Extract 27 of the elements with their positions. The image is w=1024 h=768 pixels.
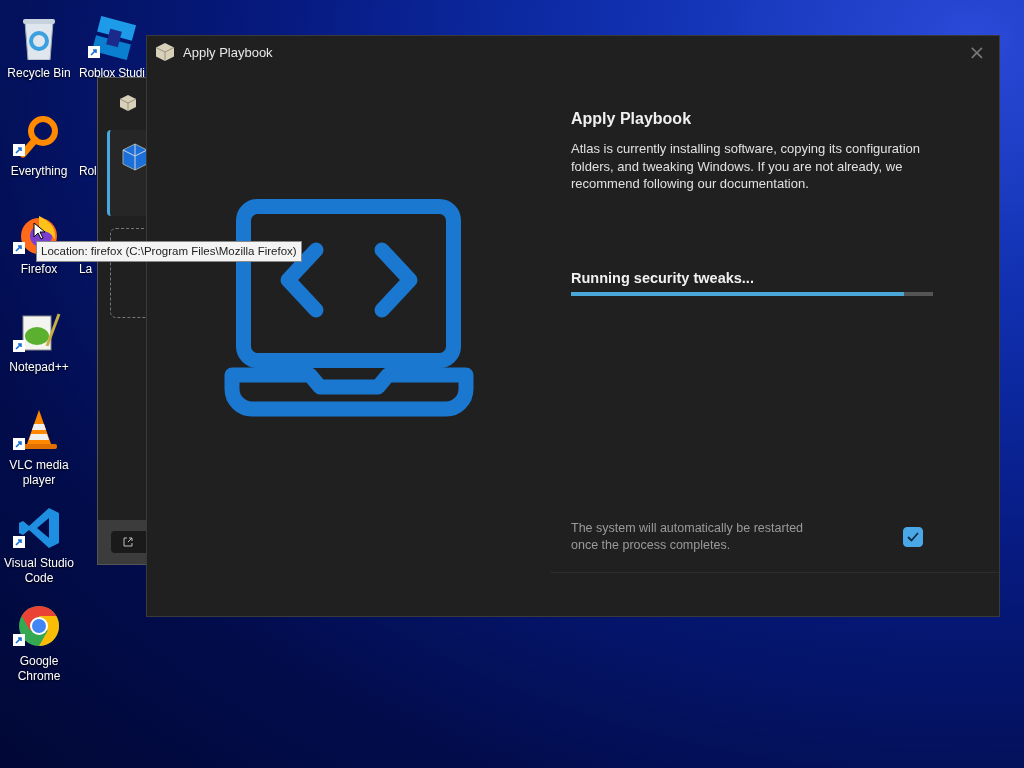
restart-checkbox[interactable]: [903, 527, 923, 547]
tilted-squares-icon: [92, 16, 136, 60]
ribbon-icon: [17, 506, 61, 550]
desktop-icon-label[interactable]: Recycle Bin: [7, 66, 71, 81]
page-heading: Apply Playbook: [571, 109, 693, 129]
cube-icon: [119, 94, 137, 112]
cube-icon: [155, 42, 175, 62]
desktop-icon-label[interactable]: VLC media player: [2, 458, 76, 488]
desktop-icon-label[interactable]: Visual Studio Code: [2, 556, 76, 586]
desktop-icon-label[interactable]: Rol: [79, 164, 97, 179]
tooltip: Location: firefox (C:\Program Files\Mozilla Firefox): [36, 241, 302, 262]
close-button[interactable]: ×: [963, 38, 991, 66]
desktop-icon-label[interactable]: Firefox: [20, 262, 58, 277]
restart-note: The system will automatically be restarted once the process completes.: [571, 520, 805, 554]
mouse-cursor-icon: [33, 222, 45, 240]
box-icon: [122, 142, 148, 172]
desktop-icon-label[interactable]: Notepad++: [9, 360, 69, 375]
description-text: Atlas is currently installing software, copying its configuration folders, and tweaking Windows. If you are not already, we recommend following our documentation.: [571, 140, 921, 193]
desktop-icon-label[interactable]: Google Chrome: [2, 654, 76, 684]
desktop-icon-label[interactable]: Roblox Studi: [79, 66, 145, 81]
status-text: Running security tweaks...: [571, 268, 755, 287]
window-title: Apply Playbook: [183, 44, 273, 60]
external-link-icon: [123, 537, 133, 547]
desktop-icon-label[interactable]: Everything: [10, 164, 68, 179]
chrome-icon: [17, 604, 61, 648]
desktop-icon-label[interactable]: La: [79, 262, 92, 277]
check-icon: [907, 532, 919, 542]
